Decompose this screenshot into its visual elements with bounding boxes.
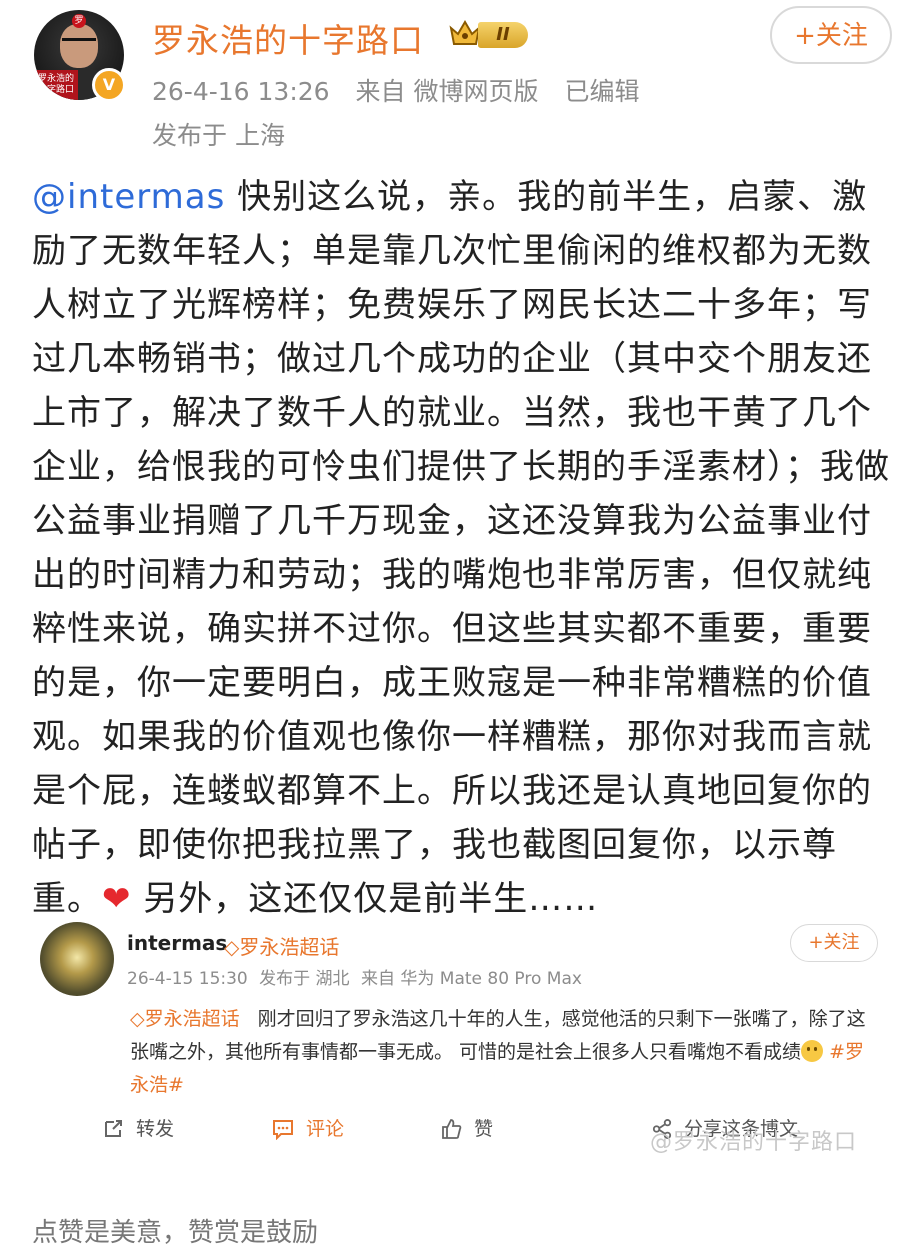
post-edited: 已编辑 — [564, 77, 640, 106]
quoted-location: 发布于 湖北 — [259, 969, 350, 989]
verified-badge-icon: V — [92, 68, 126, 102]
post-source: 来自 微博网页版 — [355, 77, 539, 106]
post-timestamp: 26-4-16 13:26 — [152, 77, 330, 106]
comment-icon — [273, 1120, 293, 1140]
smile-emoji-icon — [801, 1040, 824, 1062]
avatar-label-text: 罗永浩的十字路口 — [38, 74, 75, 95]
quoted-topic-link[interactable]: ◇罗永浩超话 — [130, 1008, 240, 1030]
post-text-tail: 另外，这还仅仅是前半生…… — [131, 879, 599, 919]
mention-link[interactable]: @intermas — [32, 177, 225, 217]
footer-note: 点赞是美意，赞赏是鼓励 — [32, 1218, 319, 1248]
author-name[interactable]: 罗永浩的十字路口 — [152, 14, 424, 62]
quoted-meta: 26-4-15 15:30 发布于 湖北 来自 华为 Mate 80 Pro M… — [127, 964, 582, 989]
like-button[interactable]: 赞 — [440, 1114, 493, 1141]
post-meta: 26-4-16 13:26 来自 微博网页版 已编辑 — [152, 72, 657, 108]
quoted-author-name[interactable]: intermas — [127, 931, 227, 955]
quoted-topic-badge[interactable]: ◇罗永浩超话 — [224, 931, 339, 960]
post-text: 快别这么说，亲。我的前半生，启蒙、激励了无数年轻人；单是靠几次忙里偷闲的维权都为… — [32, 177, 890, 919]
quoted-text: ◇罗永浩超话 刚才回归了罗永浩这几十年的人生，感觉他活的只剩下一张嘴了，除了这张嘴… — [130, 1003, 870, 1102]
crown-icon — [449, 20, 481, 45]
heart-emoji-icon: ❤ — [102, 879, 132, 919]
follow-button[interactable]: +关注 — [770, 6, 892, 64]
avatar-glasses — [62, 38, 96, 49]
post-body: @intermas 快别这么说，亲。我的前半生，启蒙、激励了无数年轻人；单是靠几… — [32, 170, 894, 926]
post-location: 发布于 上海 — [152, 121, 285, 150]
watermark: @罗永浩的十字路口 — [650, 1130, 858, 1155]
quoted-source: 来自 华为 Mate 80 Pro Max — [360, 969, 582, 989]
quoted-author-avatar[interactable] — [40, 922, 114, 996]
avatar-top-mark: 罗 — [72, 14, 86, 28]
quoted-follow-button[interactable]: +关注 — [790, 924, 878, 962]
like-icon — [442, 1119, 462, 1139]
like-label: 赞 — [474, 1118, 494, 1140]
comment-label: 评论 — [306, 1118, 345, 1140]
repost-icon — [105, 1120, 122, 1137]
quoted-body: 刚才回归了罗永浩这几十年的人生，感觉他活的只剩下一张嘴了，除了这张嘴之外，其他所… — [130, 1008, 866, 1063]
level-badge: II — [478, 22, 528, 48]
comment-button[interactable]: 评论 — [272, 1114, 344, 1141]
quoted-timestamp: 26-4-15 15:30 — [127, 969, 248, 989]
repost-label: 转发 — [136, 1118, 175, 1140]
repost-button[interactable]: 转发 — [102, 1114, 174, 1141]
